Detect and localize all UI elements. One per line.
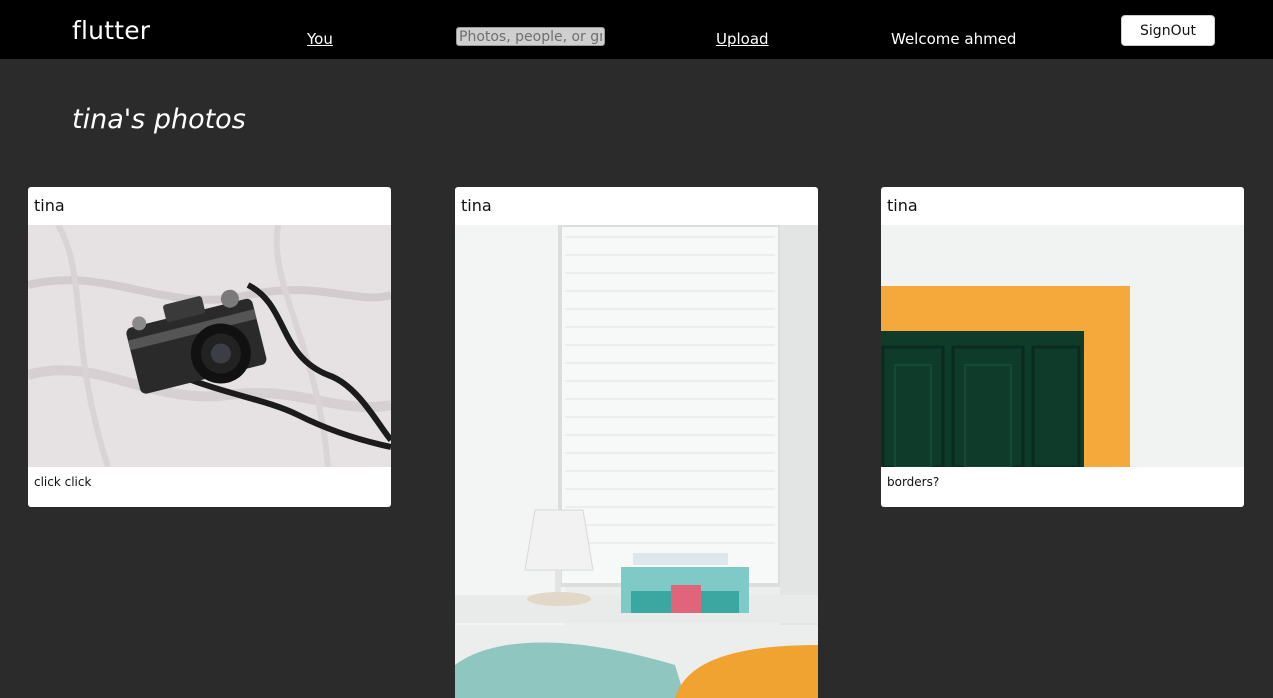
window-blinds-room-image: [455, 225, 818, 698]
brand-logo[interactable]: flutter: [72, 16, 150, 45]
signout-button[interactable]: SignOut: [1121, 15, 1215, 46]
green-door-orange-frame-image: [881, 225, 1244, 467]
welcome-text: Welcome ahmed: [891, 30, 1017, 48]
photo-owner[interactable]: tina: [28, 187, 391, 225]
nav-link-you[interactable]: You: [307, 30, 333, 48]
photo-card[interactable]: tina: [455, 187, 818, 698]
photo-card[interactable]: tina borders?: [881, 187, 1244, 507]
photo-caption: click click: [34, 475, 92, 489]
camera-on-bed-image: [28, 225, 391, 467]
top-nav-bar: flutter You Upload Welcome ahmed SignOut: [0, 0, 1273, 59]
page-title: tina's photos: [72, 104, 246, 135]
photo-camera-on-bed[interactable]: [28, 225, 391, 467]
photo-card[interactable]: tina click click: [28, 187, 391, 507]
search-input[interactable]: [456, 27, 605, 46]
photo-green-door-orange-frame[interactable]: [881, 225, 1244, 467]
photo-owner[interactable]: tina: [455, 187, 818, 225]
photo-owner[interactable]: tina: [881, 187, 1244, 225]
photo-caption: borders?: [887, 475, 940, 489]
photo-window-blinds-room[interactable]: [455, 225, 818, 698]
nav-link-upload[interactable]: Upload: [716, 30, 769, 48]
